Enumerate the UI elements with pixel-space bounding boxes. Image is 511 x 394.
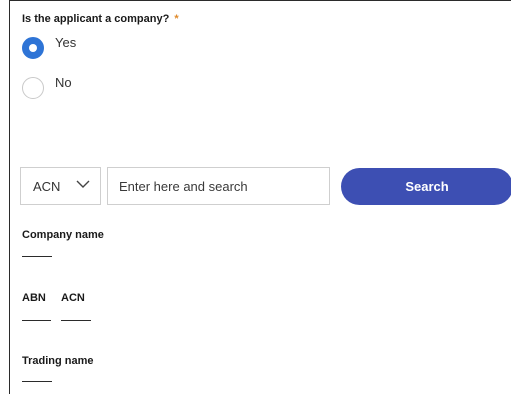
yes-label: Yes xyxy=(55,34,77,50)
company-question-label: Is the applicant a company? * xyxy=(22,13,179,25)
no-radio[interactable] xyxy=(22,77,44,99)
search-input[interactable] xyxy=(107,167,330,205)
yes-radio[interactable] xyxy=(22,37,44,59)
required-marker: * xyxy=(174,13,179,25)
acn-label: ACN xyxy=(61,292,85,304)
abn-label: ABN xyxy=(22,292,46,304)
id-type-value: ACN xyxy=(33,178,61,194)
option-yes[interactable]: Yes xyxy=(22,34,77,59)
question-text: Is the applicant a company? xyxy=(22,13,170,25)
option-no[interactable]: No xyxy=(22,74,72,99)
search-button[interactable]: Search xyxy=(341,168,511,205)
no-label: No xyxy=(55,74,72,90)
chevron-down-icon xyxy=(76,180,90,188)
company-name-label: Company name xyxy=(22,229,104,241)
company-name-value-empty xyxy=(22,256,52,257)
id-type-select[interactable]: ACN xyxy=(20,167,101,205)
abn-value-empty xyxy=(22,320,51,321)
trading-name-value-empty xyxy=(22,381,52,382)
acn-value-empty xyxy=(61,320,91,321)
trading-name-label: Trading name xyxy=(22,355,94,367)
